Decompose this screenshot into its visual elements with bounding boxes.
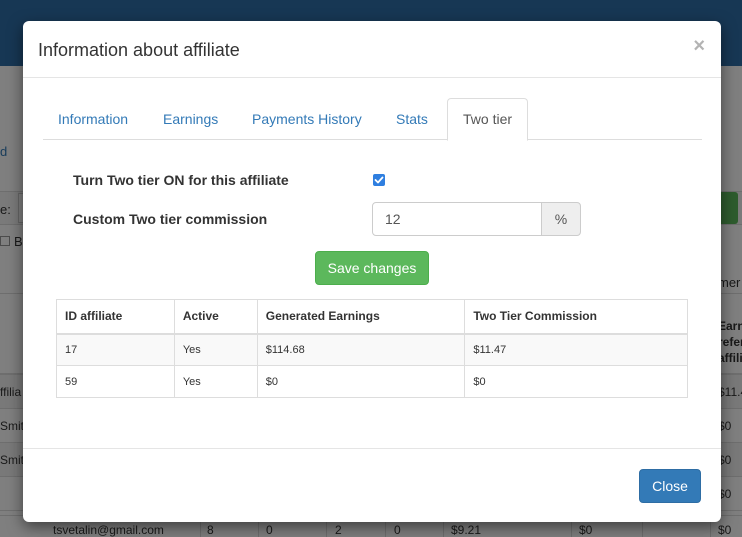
column-header-active: Active — [173, 299, 258, 335]
two-tier-table: ID affiliate Active Generated Earnings T… — [56, 299, 688, 398]
column-header-id: ID affiliate — [56, 299, 175, 335]
cell-id: 17 — [56, 333, 175, 366]
two-tier-toggle-label: Turn Two tier ON for this affiliate — [73, 172, 289, 188]
table-header-row: ID affiliate Active Generated Earnings T… — [56, 299, 688, 335]
tab-two-tier[interactable]: Two tier — [447, 98, 529, 141]
table-row: 59 Yes $0 $0 — [56, 365, 688, 398]
percent-addon: % — [541, 202, 581, 236]
tab-payments-history[interactable]: Payments History — [237, 98, 377, 140]
cell-two-tier-commission: $0 — [464, 365, 688, 398]
commission-label: Custom Two tier commission — [73, 211, 268, 227]
column-header-two-tier-commission: Two Tier Commission — [464, 299, 688, 335]
modal-footer: Close — [23, 448, 721, 522]
cell-two-tier-commission: $11.47 — [464, 333, 688, 366]
two-tier-toggle-checkbox[interactable] — [373, 174, 385, 186]
modal-tabs: Information Earnings Payments History St… — [43, 98, 702, 141]
close-icon[interactable]: × — [693, 36, 705, 56]
modal-title: Information about affiliate — [38, 40, 240, 60]
checkmark-icon — [374, 176, 384, 184]
save-changes-button[interactable]: Save changes — [315, 251, 429, 285]
commission-input-group: % — [372, 202, 581, 236]
cell-generated-earnings: $114.68 — [256, 333, 466, 366]
column-header-generated-earnings: Generated Earnings — [256, 299, 466, 335]
modal-header: Information about affiliate × — [23, 21, 721, 78]
cell-id: 59 — [56, 365, 175, 398]
cell-active: Yes — [173, 333, 258, 366]
close-button[interactable]: Close — [639, 469, 701, 503]
commission-input[interactable] — [372, 202, 542, 236]
tab-information[interactable]: Information — [43, 98, 143, 140]
tab-earnings[interactable]: Earnings — [148, 98, 233, 140]
cell-active: Yes — [173, 365, 258, 398]
table-row: 17 Yes $114.68 $11.47 — [56, 333, 688, 366]
cell-generated-earnings: $0 — [256, 365, 466, 398]
tab-stats[interactable]: Stats — [381, 98, 443, 140]
affiliate-info-modal: Information about affiliate × Informatio… — [23, 21, 721, 522]
